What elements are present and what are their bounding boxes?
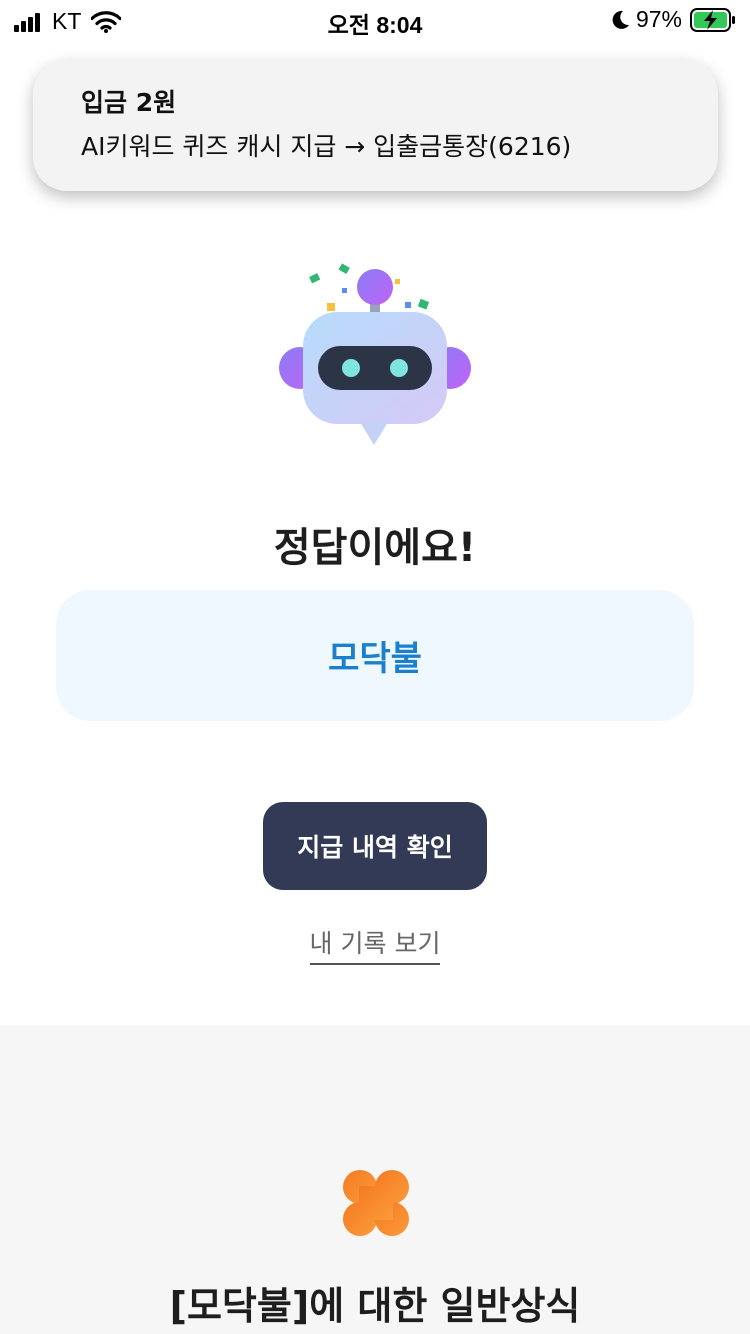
my-record-link[interactable]: 내 기록 보기 <box>309 924 441 965</box>
notification-body: AI키워드 퀴즈 캐시 지급 → 입출금통장(6216) <box>81 132 572 161</box>
result-title: 정답이에요! <box>273 525 477 571</box>
knowledge-title: [모닥불]에 대한 일반상식 <box>169 1284 581 1328</box>
answer-card: 모닥불 <box>56 590 694 721</box>
knowledge-section: [모닥불]에 대한 일반상식 <box>0 1025 750 1334</box>
status-right: 97% <box>610 6 736 33</box>
answer-text: 모닥불 <box>328 639 422 679</box>
my-record-link-wrapper: 내 기록 보기 <box>0 924 750 965</box>
battery-charging-icon <box>690 7 735 32</box>
moon-icon <box>612 10 629 29</box>
clover-icon <box>343 1170 409 1236</box>
status-bar: KT 오전 8:04 97% <box>0 0 750 40</box>
notification-title: 입금 2원 <box>81 88 177 117</box>
battery-percent: 97% <box>635 6 682 32</box>
payment-history-button[interactable]: 지급 내역 확인 <box>263 802 487 890</box>
deposit-notification[interactable]: 입금 2원 AI키워드 퀴즈 캐시 지급 → 입출금통장(6216) <box>33 60 718 191</box>
robot-mascot-icon <box>279 263 471 445</box>
